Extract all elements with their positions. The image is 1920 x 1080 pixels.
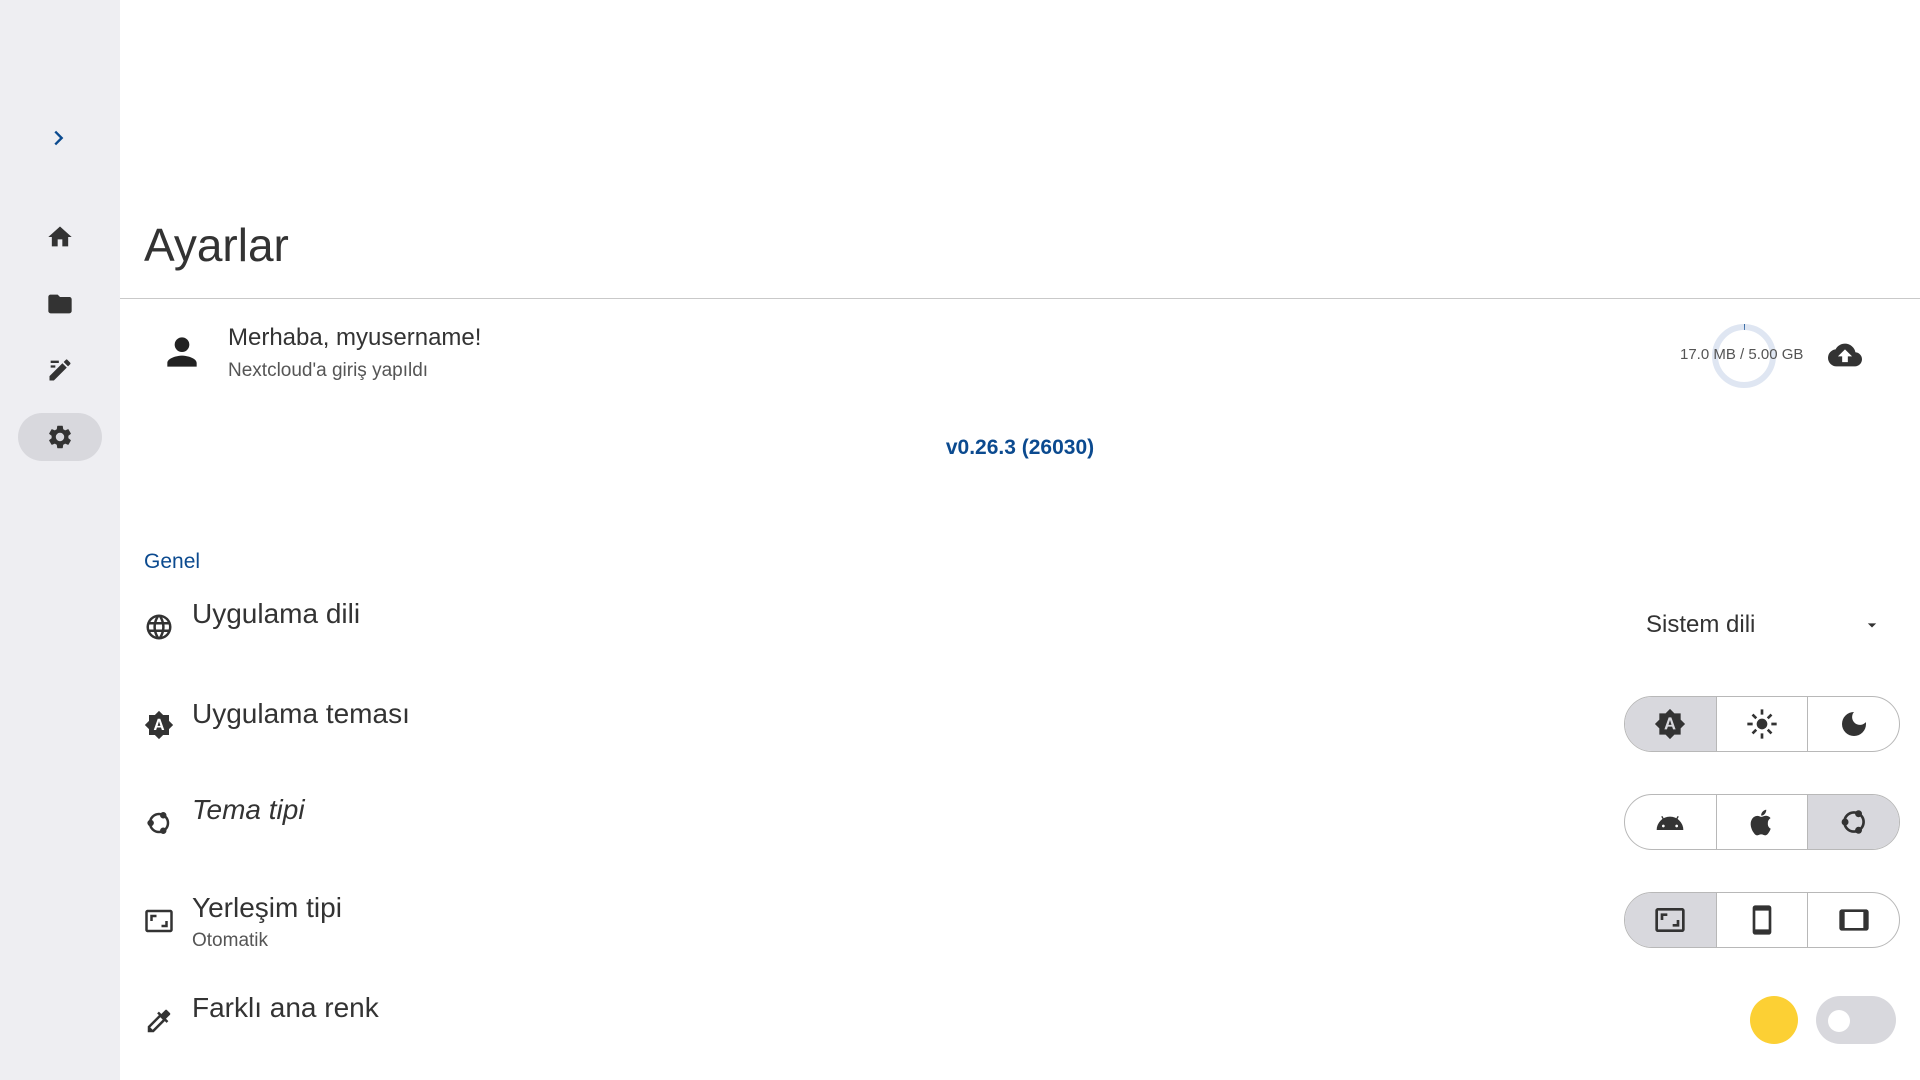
language-dropdown-value: Sistem dili [1646,611,1756,638]
setting-title: Uygulama teması [192,698,410,729]
android-icon [1656,816,1684,830]
theme-option-dark[interactable] [1808,697,1899,751]
dropdown-arrow-icon [1867,623,1877,628]
setting-subtitle: Otomatik [192,930,269,951]
folder-icon [48,294,72,314]
toggle-knob [1828,1010,1850,1032]
expand-rail-button[interactable] [38,122,78,154]
chevron-right-icon [54,130,64,146]
aspect-ratio-icon [145,909,173,933]
account-status: Nextcloud'a giriş yapıldı [228,360,429,381]
setting-title: Yerleşim tipi [192,892,342,923]
theme-segmented-control [1624,696,1900,752]
nav-files-button[interactable] [18,280,102,328]
globe-icon [146,614,172,640]
nav-editor-button[interactable] [18,346,102,394]
nav-home-button[interactable] [18,213,102,261]
setting-title: Uygulama dili [192,598,361,629]
account-card[interactable]: Merhaba, myusername! Nextcloud'a giriş y… [120,300,1920,410]
eyedropper-icon [147,1009,171,1033]
edit-icon [49,359,71,381]
gear-icon [49,425,71,449]
nav-settings-button[interactable] [18,413,102,461]
aspect-ratio-icon [1655,908,1685,932]
app-version-link[interactable]: v0.26.3 (26030) [120,436,1920,460]
language-dropdown[interactable]: Sistem dili [1628,600,1888,650]
theme-option-light[interactable] [1717,697,1809,751]
theme-type-option-ubuntu[interactable] [1808,795,1899,849]
home-icon [48,226,72,247]
accent-color-swatch[interactable] [1750,996,1798,1044]
sun-icon [1747,709,1777,739]
layout-option-tablet[interactable] [1808,893,1899,947]
title-divider [120,298,1920,299]
brightness-auto-icon [1655,708,1686,740]
theme-type-segmented-control [1624,794,1900,850]
setting-title: Farklı ana renk [192,992,379,1023]
moon-icon [1841,712,1866,736]
phone-portrait-icon [1752,905,1772,935]
theme-option-auto[interactable] [1625,697,1717,751]
upload-button[interactable] [1828,338,1862,372]
person-icon [167,337,197,367]
navigation-rail [0,0,120,1080]
storage-usage-text: 17.0 MB / 5.00 GB [1680,346,1804,363]
theme-type-option-apple[interactable] [1717,795,1809,849]
accent-color-toggle[interactable] [1816,996,1896,1044]
brightness-auto-icon [144,710,174,740]
page-title: Ayarlar [144,219,289,271]
setting-title: Tema tipi [192,794,305,825]
layout-option-phone[interactable] [1717,893,1809,947]
setting-custom-accent[interactable]: Farklı ana renk [120,986,1920,1076]
ubuntu-icon [147,812,170,834]
ubuntu-icon [1841,810,1865,834]
layout-option-auto[interactable] [1625,893,1717,947]
layout-segmented-control [1624,892,1900,948]
cloud-upload-icon [1828,343,1862,367]
theme-type-option-android[interactable] [1625,795,1717,849]
tablet-landscape-icon [1839,909,1869,931]
section-header-general: Genel [144,550,201,573]
account-greeting: Merhaba, myusername! [228,324,482,351]
apple-icon [1750,809,1771,836]
